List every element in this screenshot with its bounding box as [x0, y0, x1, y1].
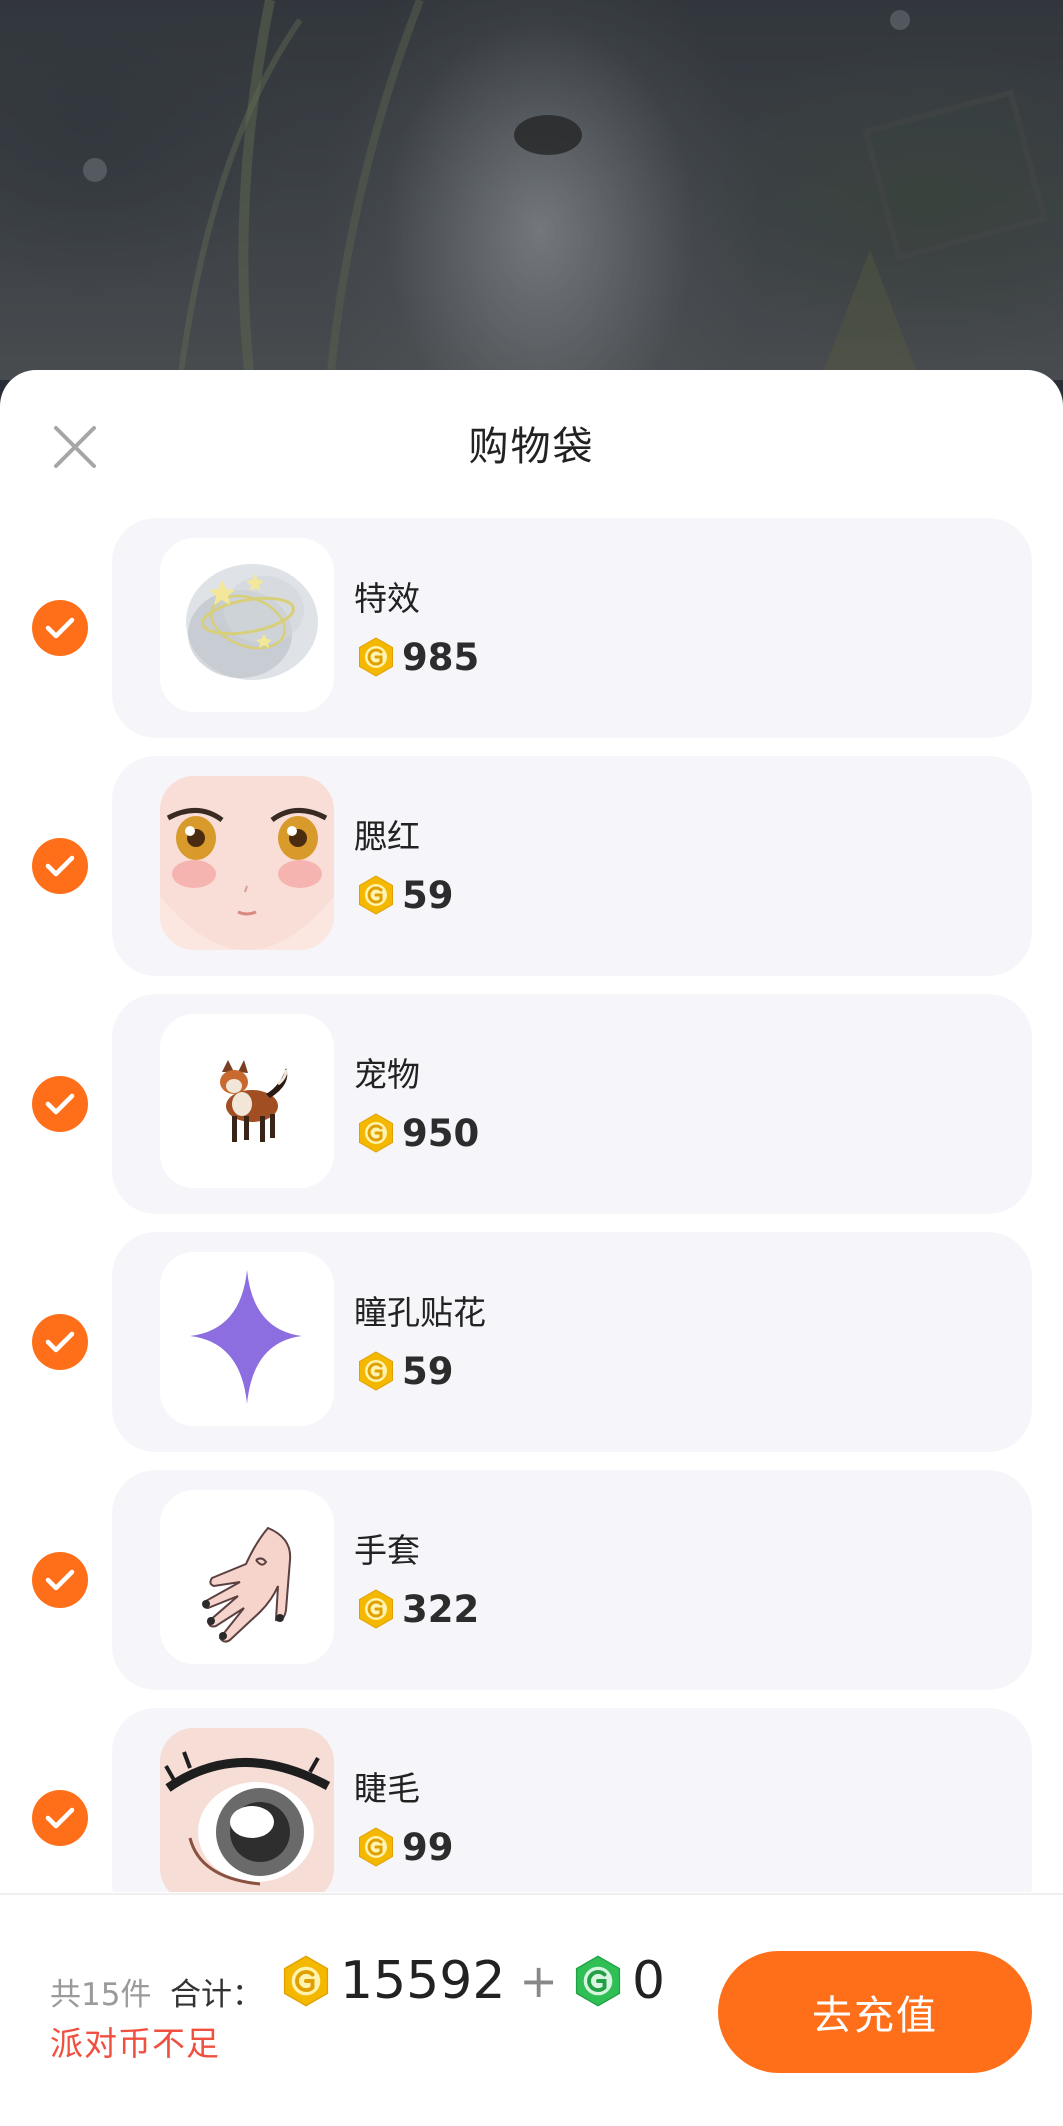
checkmark-icon: [45, 1807, 75, 1829]
checkmark-icon: [45, 1331, 75, 1353]
list-item: 腮红 59: [0, 756, 1063, 976]
total-label: 合计：: [170, 1977, 263, 2013]
item-card[interactable]: 睫毛 99: [112, 1708, 1032, 1892]
game-backdrop[interactable]: [0, 0, 1063, 380]
sheet-header: 购物袋: [0, 370, 1063, 498]
checkmark-icon: [45, 855, 75, 877]
cart-item-list[interactable]: 特效 985 腮红 59 宠物 950 瞳孔贴花 59 手套 322 睫毛 99: [0, 518, 1063, 1892]
gold-coin-icon: [359, 1113, 393, 1153]
checkout-footer: 共15件 合计： 15592 + 0 派对币不足 去充值: [0, 1893, 1063, 2126]
item-checkbox[interactable]: [32, 1314, 88, 1370]
blush-face-icon: [160, 776, 334, 950]
gold-coin-icon: [359, 1351, 393, 1391]
item-price: 322: [356, 1586, 479, 1632]
total-amount: 15592 + 0: [280, 1951, 665, 2011]
item-price-value: 59: [402, 1349, 454, 1393]
gold-coin-icon: [359, 1589, 393, 1629]
item-price-value: 950: [402, 1111, 480, 1155]
item-name: 手套: [354, 1531, 420, 1570]
gold-total-value: 15592: [340, 1951, 506, 2011]
shopping-bag-sheet: 购物袋 特效 985 腮红 59 宠物 950 瞳孔贴花 59 手套 322 睫…: [0, 370, 1063, 2126]
item-thumbnail: [160, 776, 334, 950]
green-coin-icon: [575, 1955, 621, 2007]
sparkle-star-icon: [190, 1270, 302, 1404]
item-price-value: 985: [402, 635, 480, 679]
list-item: 手套 322: [0, 1470, 1063, 1690]
item-price: 99: [356, 1824, 454, 1870]
checkmark-icon: [45, 1569, 75, 1591]
insufficient-funds-warning: 派对币不足: [50, 2024, 220, 2063]
item-card[interactable]: 宠物 950: [112, 994, 1032, 1214]
effect-halo-icon: [186, 564, 318, 680]
item-name: 腮红: [354, 817, 420, 856]
page-title: 购物袋: [468, 424, 595, 470]
list-item: 特效 985: [0, 518, 1063, 738]
eyelash-eye-icon: [160, 1728, 334, 1892]
item-price: 950: [356, 1110, 479, 1156]
checkmark-icon: [45, 617, 75, 639]
glove-hand-icon: [202, 1526, 292, 1643]
item-thumbnail: [160, 1014, 334, 1188]
shopping-bag-screen: 购物袋 特效 985 腮红 59 宠物 950 瞳孔贴花 59 手套 322 睫…: [0, 0, 1063, 2126]
item-card[interactable]: 手套 322: [112, 1470, 1032, 1690]
item-checkbox[interactable]: [32, 600, 88, 656]
item-name: 瞳孔贴花: [354, 1293, 486, 1332]
green-total-value: 0: [631, 1951, 666, 2011]
item-thumbnail: [160, 1252, 334, 1426]
item-card[interactable]: 腮红 59: [112, 756, 1032, 976]
item-card[interactable]: 瞳孔贴花 59: [112, 1232, 1032, 1452]
recharge-button[interactable]: 去充值: [718, 1951, 1032, 2073]
item-name: 特效: [354, 579, 420, 618]
item-price: 985: [356, 634, 479, 680]
item-name: 睫毛: [354, 1769, 420, 1808]
item-checkbox[interactable]: [32, 1790, 88, 1846]
item-checkbox[interactable]: [32, 838, 88, 894]
list-item: 宠物 950: [0, 994, 1063, 1214]
item-thumbnail: [160, 538, 334, 712]
item-card[interactable]: 特效 985: [112, 518, 1032, 738]
checkmark-icon: [45, 1093, 75, 1115]
item-name: 宠物: [354, 1055, 420, 1094]
item-count: 共15件: [50, 1977, 152, 2013]
item-thumbnail: [160, 1728, 334, 1892]
gold-coin-icon: [359, 637, 393, 677]
gold-coin-icon: [283, 1955, 329, 2007]
item-price-value: 99: [402, 1825, 454, 1869]
item-price-value: 322: [402, 1587, 480, 1631]
list-item: 瞳孔贴花 59: [0, 1232, 1063, 1452]
item-price: 59: [356, 1348, 454, 1394]
item-checkbox[interactable]: [32, 1076, 88, 1132]
gold-coin-icon: [359, 1827, 393, 1867]
item-thumbnail: [160, 1490, 334, 1664]
gold-coin-icon: [359, 875, 393, 915]
item-checkbox[interactable]: [32, 1552, 88, 1608]
plus-sign: +: [519, 1954, 558, 2008]
pet-fox-icon: [220, 1060, 288, 1142]
item-price: 59: [356, 872, 454, 918]
item-price-value: 59: [402, 873, 454, 917]
list-item: 睫毛 99: [0, 1708, 1063, 1892]
